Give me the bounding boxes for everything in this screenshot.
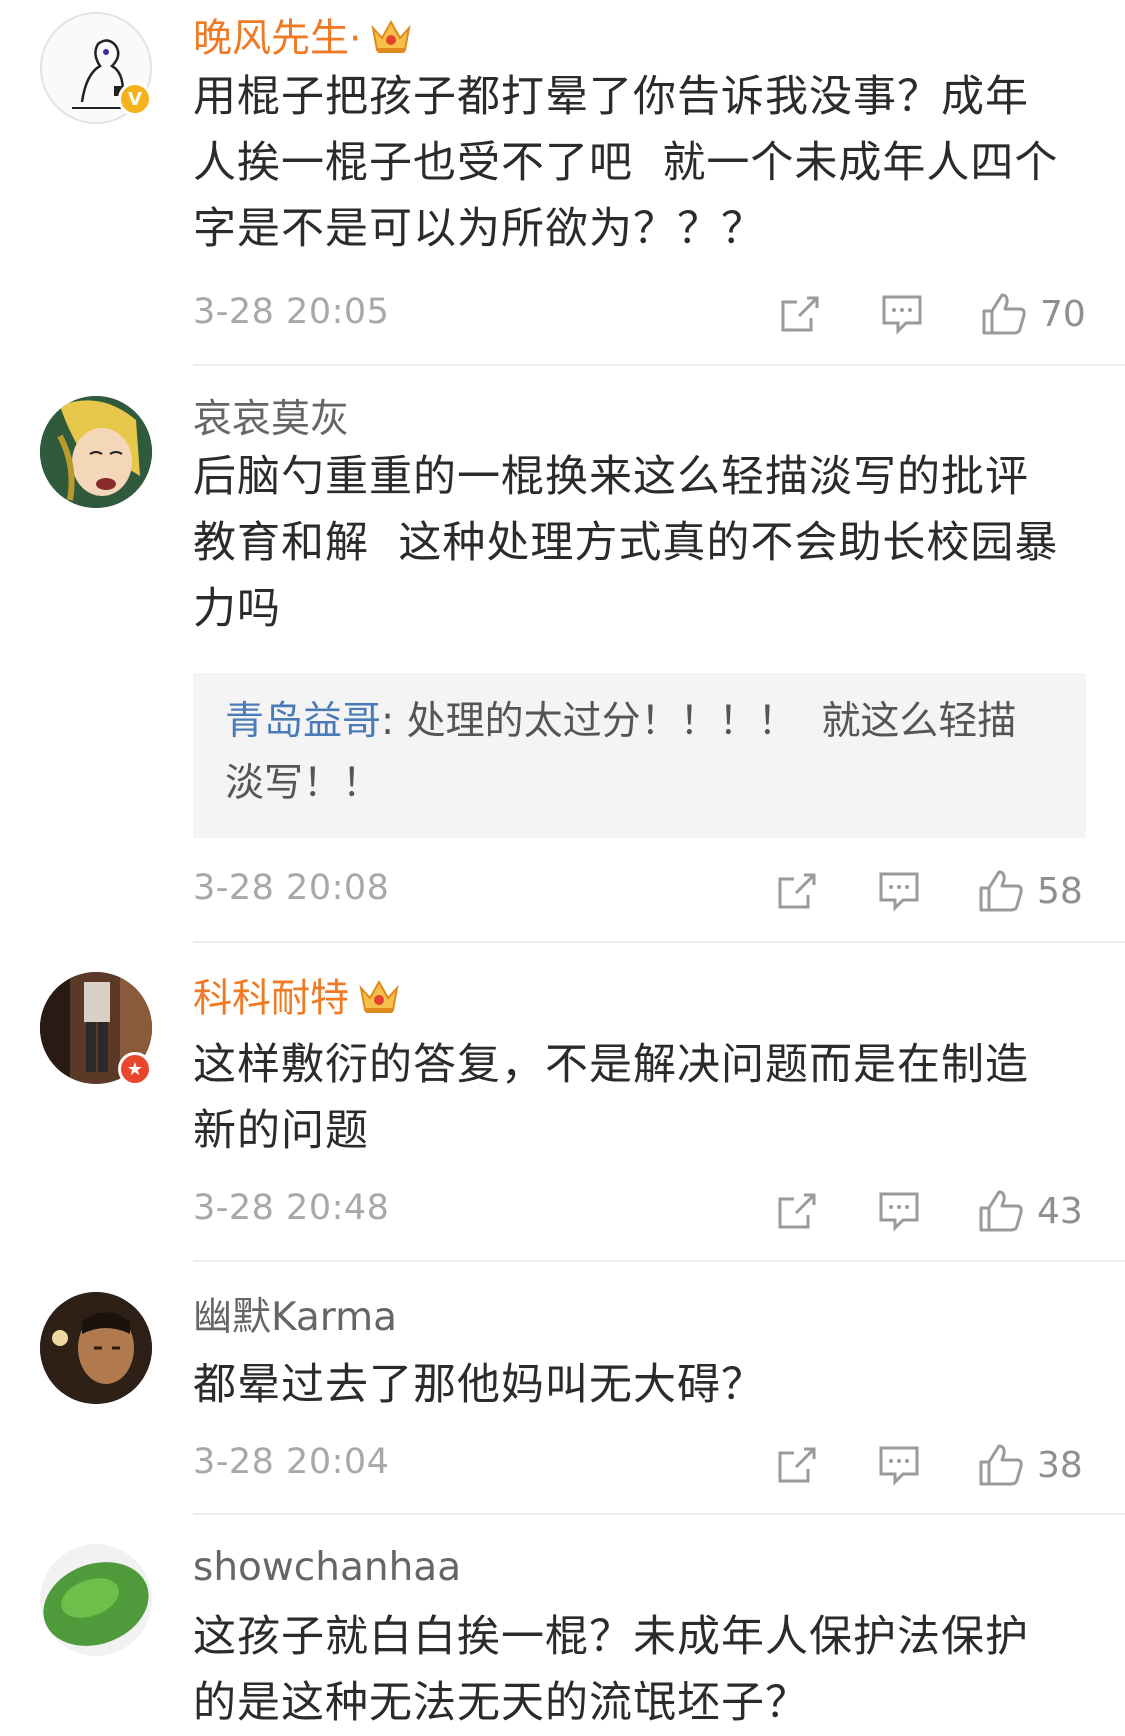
thumbs-up-icon — [979, 870, 1023, 912]
star-badge: ★ — [118, 1052, 152, 1086]
reply-button[interactable] — [877, 866, 921, 916]
thumbs-up-icon — [982, 293, 1026, 335]
divider — [193, 364, 1125, 366]
comment-text: 后脑勺重重的一棍换来这么轻描淡写的批评 教育和解 这种处理方式真的不会助长校园暴… — [193, 452, 1059, 634]
reply-button[interactable] — [877, 1186, 921, 1236]
comment-time: 3-28 20:08 — [193, 868, 390, 908]
like-count: 43 — [1037, 1190, 1083, 1232]
comment-icon — [879, 872, 919, 912]
thumbs-up-icon — [979, 1444, 1023, 1486]
like-button[interactable]: 43 — [977, 1186, 1083, 1236]
reply-text: 处理的太过分！！！！ 就这么轻描 — [406, 699, 1017, 744]
reply-username[interactable]: 青岛益哥 — [225, 699, 381, 744]
avatar[interactable] — [40, 1292, 152, 1404]
like-button[interactable]: 70 — [980, 289, 1086, 339]
comment-time: 3-28 20:04 — [193, 1442, 390, 1482]
like-count: 38 — [1037, 1444, 1083, 1486]
avatar[interactable] — [40, 1544, 152, 1656]
reply-text: 淡写！！ — [225, 761, 382, 806]
share-button[interactable] — [774, 1186, 818, 1236]
comment-text: 用棍子把孩子都打晕了你告诉我没事？成年 人挨一棍子也受不了吧 就一个未成年人四个… — [193, 72, 1059, 254]
crown-icon — [369, 16, 413, 66]
share-icon — [778, 1193, 816, 1229]
share-icon — [778, 1447, 816, 1483]
verified-badge: V — [118, 82, 152, 116]
comment-icon — [882, 295, 922, 335]
divider — [193, 1260, 1125, 1262]
share-button[interactable] — [774, 1440, 818, 1490]
username[interactable]: 幽默Karma — [193, 1296, 397, 1340]
username[interactable]: 哀哀莫灰 — [193, 398, 349, 442]
share-button[interactable] — [777, 289, 821, 339]
reply-button[interactable] — [880, 289, 924, 339]
avatar-photo-image — [40, 1292, 152, 1404]
divider — [193, 941, 1125, 943]
comment-text: 都晕过去了那他妈叫无大碍？ — [193, 1360, 765, 1410]
like-count: 58 — [1037, 870, 1083, 912]
comment-text: 这样敷衍的答复，不是解决问题而是在制造 新的问题 — [193, 1040, 1029, 1156]
share-button[interactable] — [774, 866, 818, 916]
divider — [193, 1513, 1125, 1515]
username[interactable]: 晚风先生· — [193, 16, 413, 66]
share-icon — [781, 296, 819, 332]
comment-icon — [879, 1446, 919, 1486]
thumbs-up-icon — [979, 1190, 1023, 1232]
reply-button[interactable] — [877, 1440, 921, 1490]
like-button[interactable]: 38 — [977, 1440, 1083, 1490]
username[interactable]: 科科耐特 — [193, 976, 401, 1026]
avatar-comic-image — [40, 396, 152, 508]
like-button[interactable]: 58 — [977, 866, 1083, 916]
comment-icon — [879, 1192, 919, 1232]
avatar[interactable] — [40, 396, 152, 508]
comment-text: 这孩子就白白挨一棍？未成年人保护法保护 的是这种无法无天的流氓坯子？ — [193, 1612, 1029, 1728]
comment-time: 3-28 20:48 — [193, 1188, 390, 1228]
comment-time: 3-28 20:05 — [193, 292, 390, 332]
crown-icon — [357, 976, 401, 1026]
avatar-photo-image — [40, 1544, 152, 1656]
like-count: 70 — [1040, 293, 1086, 335]
username[interactable]: showchanhaa — [193, 1546, 461, 1590]
reply-preview[interactable]: 青岛益哥: 处理的太过分！！！！ 就这么轻描 淡写！！ — [193, 673, 1086, 838]
share-icon — [778, 873, 816, 909]
